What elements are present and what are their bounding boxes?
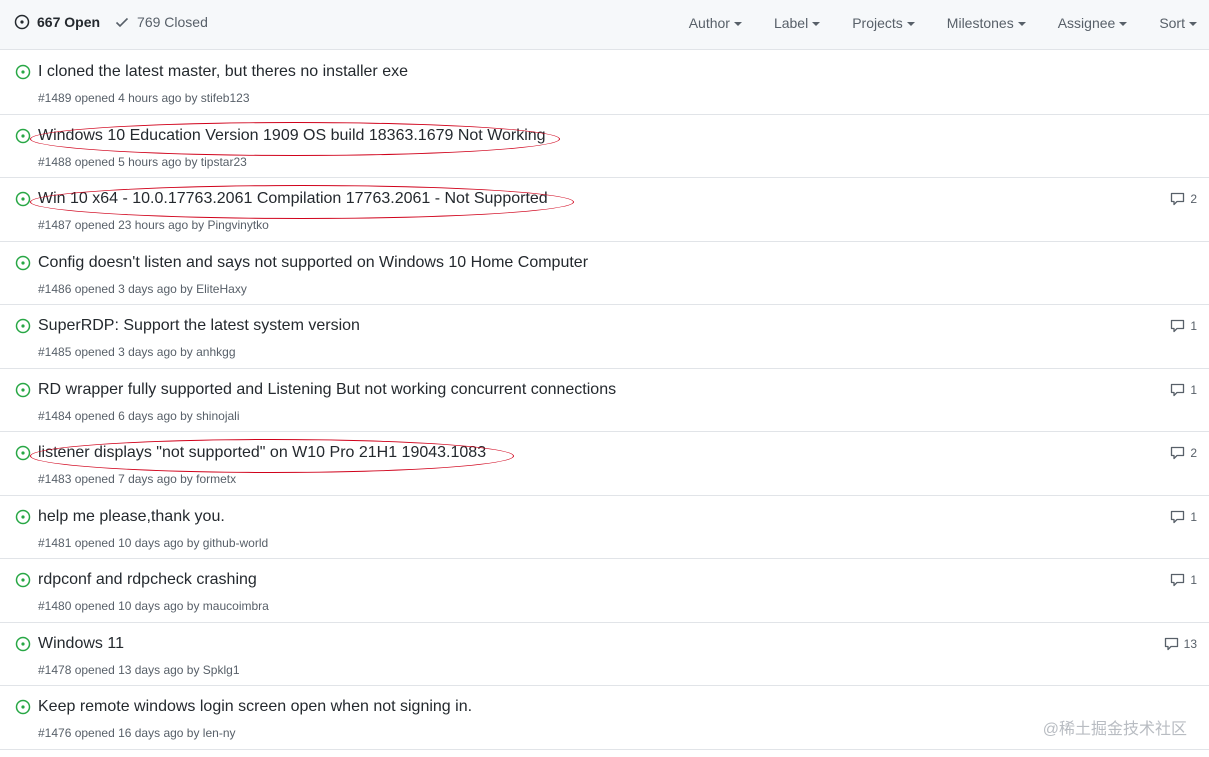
comment-count-link[interactable]: 1	[1170, 573, 1197, 587]
issue-row[interactable]: Windows 10 Education Version 1909 OS bui…	[0, 115, 1209, 178]
filter-projects[interactable]: Projects	[852, 15, 915, 31]
filter-bar: Author Label Projects Milestones Assigne…	[657, 15, 1197, 31]
issue-row[interactable]: Windows 11 #1478 opened 13 days ago by Sp…	[0, 623, 1209, 686]
issue-row[interactable]: RD wrapper fully supported and Listening…	[0, 369, 1209, 432]
issue-list: I cloned the latest master, but theres n…	[0, 51, 1209, 750]
issue-title-link[interactable]: listener displays "not supported" on W10…	[38, 444, 486, 462]
issue-row[interactable]: SuperRDP: Support the latest system vers…	[0, 305, 1209, 369]
issue-opened-icon	[15, 572, 31, 588]
issue-opened-icon	[15, 509, 31, 524]
comment-count: 1	[1190, 319, 1197, 333]
issue-row[interactable]: help me please,thank you. #1481 opened 10…	[0, 496, 1209, 559]
issue-title-link[interactable]: I cloned the latest master, but theres n…	[38, 63, 408, 81]
issue-opened-icon	[15, 128, 31, 143]
comment-icon	[1171, 573, 1185, 587]
issue-state-toggle: 667 Open 769 Closed	[14, 14, 222, 30]
check-icon	[115, 17, 129, 28]
filter-author[interactable]: Author	[689, 15, 742, 31]
filter-author-label: Author	[688, 15, 730, 31]
issue-opened-icon	[15, 318, 31, 334]
issue-opened-icon	[14, 14, 30, 30]
open-issues-tab[interactable]: 667 Open	[14, 14, 100, 30]
issue-meta: #1485 opened 3 days ago by anhkgg	[38, 345, 236, 359]
issue-title-link[interactable]: Keep remote windows login screen open wh…	[38, 698, 472, 716]
issue-meta: #1481 opened 10 days ago by github-world	[38, 535, 269, 550]
comment-icon	[1171, 510, 1185, 523]
filter-label-label: Label	[773, 15, 809, 31]
filter-assignee[interactable]: Assignee	[1058, 15, 1128, 31]
comment-count-link[interactable]: 2	[1170, 446, 1197, 460]
issue-row[interactable]: Keep remote windows login screen open wh…	[0, 686, 1209, 750]
issue-row[interactable]: I cloned the latest master, but theres n…	[0, 51, 1209, 115]
comment-count-link[interactable]: 1	[1170, 319, 1197, 333]
issue-meta: #1478 opened 13 days ago by Spklg1	[38, 662, 240, 677]
filter-milestones-label: Milestones	[946, 15, 1014, 31]
issue-title-link[interactable]: Windows 11	[38, 635, 124, 653]
caret-down-icon	[812, 22, 821, 26]
comment-count: 2	[1190, 192, 1197, 206]
issues-header: 667 Open 769 Closed Author Label Project…	[0, 0, 1209, 50]
comment-count: 1	[1190, 382, 1197, 397]
issue-title-link[interactable]: Windows 10 Education Version 1909 OS bui…	[38, 127, 546, 145]
issue-meta: #1487 opened 23 hours ago by Pingvinytko	[38, 218, 269, 232]
closed-issues-label: 769 Closed	[137, 14, 208, 30]
issue-title-link[interactable]: Win 10 x64 - 10.0.17763.2061 Compilation…	[38, 190, 548, 208]
comment-count: 2	[1190, 446, 1197, 460]
issue-opened-icon	[15, 636, 31, 651]
comment-count-link[interactable]: 2	[1170, 192, 1197, 206]
comment-count: 1	[1190, 573, 1197, 587]
issue-meta: #1486 opened 3 days ago by EliteHaxy	[38, 281, 247, 296]
issue-row[interactable]: listener displays "not supported" on W10…	[0, 432, 1209, 496]
caret-down-icon	[1017, 22, 1026, 26]
watermark: @稀土掘金技术社区	[1042, 721, 1187, 738]
comment-count: 1	[1190, 509, 1197, 524]
issue-opened-icon	[15, 191, 31, 207]
issue-row[interactable]: rdpconf and rdpcheck crashing #1480 opene…	[0, 559, 1209, 623]
filter-milestones[interactable]: Milestones	[947, 15, 1026, 31]
comment-icon	[1171, 319, 1185, 333]
caret-down-icon	[906, 22, 915, 26]
comment-count-link[interactable]: 1	[1170, 510, 1197, 524]
issue-meta: #1483 opened 7 days ago by formetx	[38, 472, 237, 486]
comment-count: 13	[1183, 636, 1197, 651]
issue-title-link[interactable]: RD wrapper fully supported and Listening…	[38, 381, 616, 399]
comment-icon	[1164, 637, 1178, 650]
issue-meta: #1489 opened 4 hours ago by stifeb123	[38, 91, 250, 105]
issue-title-link[interactable]: rdpconf and rdpcheck crashing	[38, 571, 257, 589]
issue-meta: #1476 opened 16 days ago by len-ny	[38, 726, 236, 740]
issue-opened-icon	[15, 255, 31, 270]
filter-sort[interactable]: Sort	[1159, 15, 1197, 31]
comment-count-link[interactable]: 1	[1170, 383, 1197, 397]
filter-label[interactable]: Label	[773, 15, 821, 31]
comment-count-link[interactable]: 13	[1164, 637, 1197, 651]
issue-meta: #1488 opened 5 hours ago by tipstar23	[38, 154, 247, 169]
filter-sort-label: Sort	[1159, 15, 1185, 31]
issue-opened-icon	[15, 64, 31, 80]
closed-issues-tab[interactable]: 769 Closed	[114, 14, 208, 30]
issue-opened-icon	[15, 445, 31, 461]
filter-projects-label: Projects	[852, 15, 903, 31]
issue-meta: #1480 opened 10 days ago by maucoimbra	[38, 599, 269, 613]
issue-title-link[interactable]: help me please,thank you.	[38, 508, 225, 526]
issue-title-link[interactable]: SuperRDP: Support the latest system vers…	[38, 317, 360, 335]
caret-down-icon	[733, 22, 742, 26]
open-issues-label: 667 Open	[37, 14, 101, 30]
issue-opened-icon	[15, 382, 31, 397]
comment-icon	[1171, 383, 1185, 396]
caret-down-icon	[1119, 22, 1128, 26]
issue-title-link[interactable]: Config doesn't listen and says not suppo…	[38, 254, 588, 272]
issue-meta: #1484 opened 6 days ago by shinojali	[38, 408, 240, 423]
issue-opened-icon	[15, 699, 31, 715]
issue-row[interactable]: Win 10 x64 - 10.0.17763.2061 Compilation…	[0, 178, 1209, 242]
caret-down-icon	[1189, 22, 1197, 26]
issue-row[interactable]: Config doesn't listen and says not suppo…	[0, 242, 1209, 305]
filter-assignee-label: Assignee	[1057, 15, 1116, 31]
comment-icon	[1171, 192, 1185, 206]
comment-icon	[1171, 446, 1185, 460]
